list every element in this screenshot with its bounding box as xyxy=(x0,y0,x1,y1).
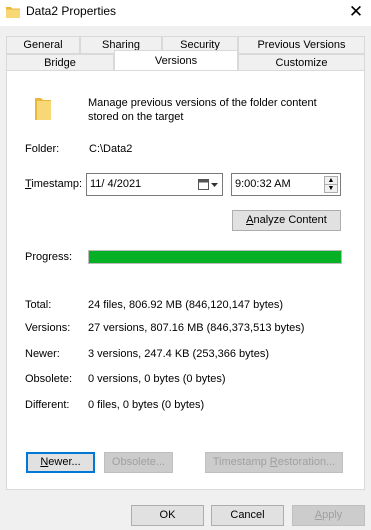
folder-icon xyxy=(6,7,20,18)
versions-panel xyxy=(6,70,365,490)
progress-label: Progress: xyxy=(25,251,73,263)
folder-label: Folder: xyxy=(25,143,60,155)
analyze-content-button[interactable]: Analyze Content xyxy=(232,210,341,231)
close-button[interactable]: ✕ xyxy=(341,0,371,26)
time-spinner[interactable]: ▲ ▼ xyxy=(324,176,338,193)
newer-label: Newer: xyxy=(25,348,60,360)
tab-versions[interactable]: Versions xyxy=(114,50,238,70)
versions-value: 27 versions, 807.16 MB (846,373,513 byte… xyxy=(88,322,305,334)
obsolete-label: Obsolete: xyxy=(25,373,73,385)
timestamp-time-value: 9:00:32 AM xyxy=(235,178,291,190)
timestamp-date-value: 11/ 4/2021 xyxy=(90,178,142,190)
timestamp-time-input[interactable]: 9:00:32 AM ▲ ▼ xyxy=(231,173,341,196)
newer-button[interactable]: Newer... xyxy=(26,452,95,473)
apply-button[interactable]: Apply xyxy=(292,505,365,526)
description-text: Manage previous versions of the folder c… xyxy=(88,97,317,123)
progress-bar xyxy=(88,250,342,264)
calendar-dropdown-icon[interactable] xyxy=(198,179,218,191)
window-title: Data2 Properties xyxy=(26,4,117,18)
total-value: 24 files, 806.92 MB (846,120,147 bytes) xyxy=(88,299,284,311)
total-label: Total: xyxy=(25,299,52,311)
cancel-button[interactable]: Cancel xyxy=(211,505,284,526)
obsolete-button[interactable]: Obsolete... xyxy=(104,452,173,473)
spin-down-icon[interactable]: ▼ xyxy=(325,185,337,193)
timestamp-label: Timestamp: xyxy=(25,178,83,190)
obsolete-value: 0 versions, 0 bytes (0 bytes) xyxy=(88,373,226,385)
title-bar: Data2 Properties ✕ xyxy=(0,0,371,26)
spin-up-icon[interactable]: ▲ xyxy=(325,177,337,185)
timestamp-date-picker[interactable]: 11/ 4/2021 xyxy=(86,173,223,196)
different-value: 0 files, 0 bytes (0 bytes) xyxy=(88,399,205,411)
ok-button[interactable]: OK xyxy=(131,505,204,526)
progress-fill xyxy=(89,251,341,263)
folder-value: C:\Data2 xyxy=(89,143,133,155)
folder-icon xyxy=(35,98,51,120)
tab-general[interactable]: General xyxy=(6,36,80,54)
versions-label: Versions: xyxy=(25,322,71,334)
newer-value: 3 versions, 247.4 KB (253,366 bytes) xyxy=(88,348,269,360)
timestamp-restoration-button[interactable]: Timestamp Restoration... xyxy=(205,452,343,473)
tab-previous-versions[interactable]: Previous Versions xyxy=(238,36,365,54)
different-label: Different: xyxy=(25,399,70,411)
